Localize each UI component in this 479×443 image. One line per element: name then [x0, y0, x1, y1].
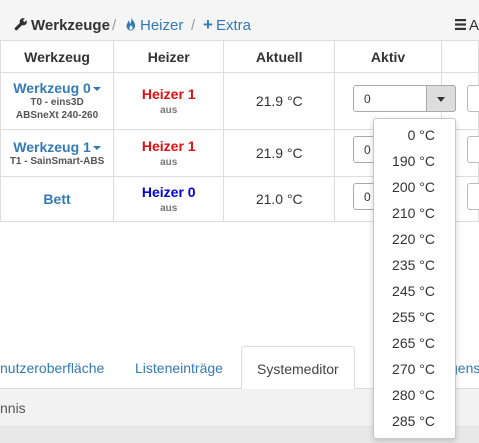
breadcrumb-heater-label: Heizer	[140, 17, 184, 34]
column-header-active: Aktiv	[334, 40, 443, 73]
option-label: 190 °C	[392, 153, 435, 169]
option-label: 285 °C	[392, 413, 435, 429]
caret-down-icon	[92, 87, 101, 91]
tool-name: Werkzeug 0	[13, 80, 91, 96]
dropdown-option[interactable]: 245 °C	[374, 278, 455, 304]
tab-user-interface[interactable]: nutzeroberfläche	[0, 346, 118, 388]
tool-filament: T0 - eins3D	[30, 97, 84, 108]
dropdown-option[interactable]: 235 °C	[374, 252, 455, 278]
dropdown-option[interactable]: 220 °C	[374, 226, 455, 252]
menu-button-label: A	[469, 17, 479, 34]
heater-name: Heizer 1	[141, 138, 196, 154]
heater-state: aus	[160, 157, 178, 168]
dropdown-option[interactable]: 210 °C	[374, 200, 455, 226]
wrench-icon	[14, 18, 27, 31]
active-temp-value: 0	[364, 143, 371, 157]
standby-temp-input[interactable]	[467, 136, 479, 163]
heater-name: Heizer 0	[141, 184, 196, 200]
tool-cell: Bett	[0, 176, 115, 222]
breadcrumb-separator: /	[112, 17, 117, 34]
tab-system-editor[interactable]: Systemeditor	[241, 346, 355, 390]
option-label: 0 °C	[407, 127, 435, 143]
option-label: 265 °C	[392, 335, 435, 351]
heater-cell[interactable]: Heizer 0 aus	[113, 176, 225, 222]
tool-dropdown[interactable]: Werkzeug 1	[2, 138, 113, 155]
column-header-heater: Heizer	[113, 40, 225, 73]
active-temp-value: 0	[364, 190, 371, 204]
dropdown-option[interactable]: 200 °C	[374, 174, 455, 200]
heater-cell[interactable]: Heizer 1 aus	[113, 129, 225, 177]
breadcrumb-heater[interactable]: Heizer	[125, 17, 183, 34]
heater-name: Heizer 1	[141, 86, 196, 102]
active-temp-value: 0	[364, 92, 371, 106]
column-header-actual: Aktuell	[223, 40, 336, 73]
option-label: 270 °C	[392, 361, 435, 377]
temperature-dropdown-list: 0 °C 190 °C 200 °C 210 °C 220 °C 235 °C …	[373, 118, 456, 439]
tab-content-label: nnis	[0, 400, 26, 416]
dropdown-option[interactable]: 285 °C	[374, 408, 455, 434]
dropdown-option[interactable]: 255 °C	[374, 304, 455, 330]
actual-temperature: 21.9 °C	[223, 129, 336, 177]
dropdown-option[interactable]: 265 °C	[374, 330, 455, 356]
dropdown-option[interactable]: 0 °C	[374, 122, 455, 148]
standby-temp-input[interactable]	[467, 183, 479, 210]
dropdown-option[interactable]: 280 °C	[374, 382, 455, 408]
breadcrumb-extra[interactable]: + Extra	[203, 15, 251, 34]
option-label: 210 °C	[392, 205, 435, 221]
caret-down-icon	[92, 145, 101, 150]
heater-state: aus	[160, 203, 178, 214]
actual-temperature: 21.9 °C	[223, 72, 336, 130]
tool-dropdown[interactable]: Werkzeug 0	[2, 80, 113, 96]
option-label: 235 °C	[392, 257, 435, 273]
heater-cell[interactable]: Heizer 1 aus	[113, 72, 225, 130]
dropdown-toggle-button[interactable]	[426, 85, 456, 112]
plus-icon: +	[203, 15, 213, 34]
tool-filament-detail: ABSneXt 240-260	[15, 110, 99, 121]
standby-temp-input[interactable]	[467, 85, 479, 112]
menu-button[interactable]: A	[455, 17, 479, 34]
tab-label: Systemeditor	[257, 361, 339, 377]
option-label: 220 °C	[392, 231, 435, 247]
tab-list-items[interactable]: Listeneinträge	[122, 346, 232, 388]
option-label: 255 °C	[392, 309, 435, 325]
tool-filament: T1 - SainSmart-ABS	[9, 155, 105, 167]
bed-link[interactable]: Bett	[2, 191, 113, 207]
breadcrumb-extra-label: Extra	[215, 17, 251, 34]
caret-down-icon	[437, 97, 445, 102]
tab-label: Listeneinträge	[135, 360, 223, 376]
option-label: 280 °C	[392, 387, 435, 403]
column-header-standby	[441, 40, 479, 73]
breadcrumb-tools[interactable]: Werkzeuge	[14, 17, 110, 34]
tool-cell: Werkzeug 1 T1 - SainSmart-ABS	[0, 129, 115, 177]
breadcrumb-tools-label: Werkzeuge	[31, 17, 110, 34]
hamburger-icon	[455, 19, 466, 30]
dropdown-option[interactable]: 190 °C	[374, 148, 455, 174]
tool-cell: Werkzeug 0 T0 - eins3D ABSneXt 240-260	[0, 72, 115, 130]
fire-icon	[126, 17, 135, 31]
actual-temperature: 21.0 °C	[223, 176, 336, 222]
tab-label: nutzeroberfläche	[0, 360, 105, 376]
option-label: 245 °C	[392, 283, 435, 299]
dropdown-option[interactable]: 270 °C	[374, 356, 455, 382]
breadcrumb-separator: /	[191, 17, 196, 34]
breadcrumb: Werkzeuge / Heizer / + Extra A	[0, 0, 479, 41]
heater-state: aus	[160, 105, 178, 116]
tool-name: Werkzeug 1	[13, 138, 91, 155]
column-header-tool: Werkzeug	[0, 40, 115, 73]
active-temp-select[interactable]: 0	[353, 85, 456, 112]
option-label: 200 °C	[392, 179, 435, 195]
